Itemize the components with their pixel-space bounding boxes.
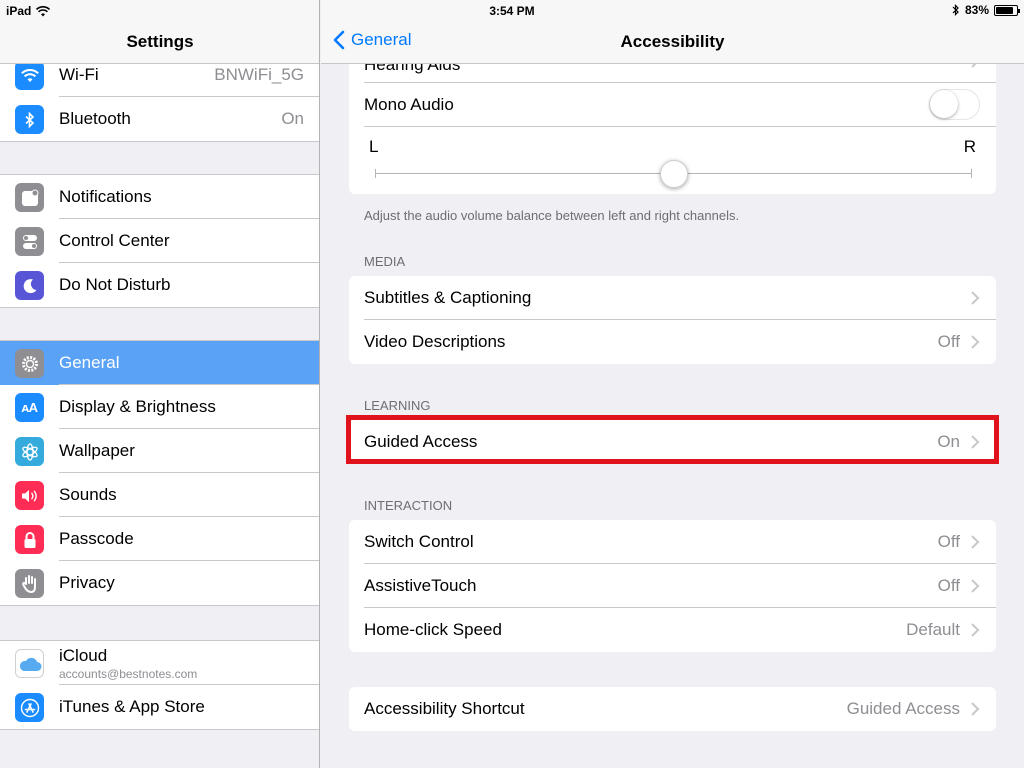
battery-icon [994, 4, 1020, 16]
settings-sidebar: Settings Wi-Fi BNWiFi_5G Bluetooth On Notifi… [0, 0, 320, 768]
balance-right-label: R [963, 137, 976, 156]
sidebar-group: iCloud accounts@bestnotes.com iTunes & App… [0, 640, 319, 730]
accessibility-pane: General Accessibility Hearing Aids Mono … [321, 0, 1024, 768]
assistivetouch-row[interactable]: AssistiveTouch Off [349, 564, 996, 608]
sidebar-item-label: Passcode [59, 529, 134, 548]
assistivetouch-value: Off [937, 576, 960, 595]
balance-footer-note: Adjust the audio volume balance between … [364, 208, 740, 223]
media-group: Subtitles & Captioning Video Descriptions… [349, 276, 996, 364]
sidebar-item-label: Bluetooth [59, 109, 131, 128]
accessibility-shortcut-value: Guided Access [846, 699, 960, 718]
notifications-icon [15, 183, 44, 212]
sidebar-item-passcode[interactable]: Passcode [0, 517, 319, 561]
sidebar-group: Notifications Control Center Do Not Distur… [0, 174, 319, 308]
sidebar-item-label: Privacy [59, 573, 115, 592]
balance-slider-row: L R [349, 127, 996, 194]
sidebar-item-label: General [59, 353, 120, 372]
sidebar-item-wallpaper[interactable]: Wallpaper [0, 429, 319, 473]
accessibility-shortcut-row[interactable]: Accessibility Shortcut Guided Access [349, 687, 996, 731]
bluetooth-icon [15, 105, 44, 134]
section-header-media: MEDIA [364, 254, 406, 269]
sidebar-item-label: Sounds [59, 485, 117, 504]
mono-audio-toggle[interactable] [929, 89, 980, 120]
sidebar-item-label: Display & Brightness [59, 397, 216, 416]
switch-control-row[interactable]: Switch Control Off [349, 520, 996, 564]
sidebar-item-label: Wallpaper [59, 441, 135, 460]
subtitles-captioning-row[interactable]: Subtitles & Captioning [349, 276, 996, 320]
guided-access-label: Guided Access [364, 432, 478, 451]
video-descriptions-row[interactable]: Video Descriptions Off [349, 320, 996, 364]
guided-access-row[interactable]: Guided Access On [349, 420, 996, 464]
home-click-speed-value: Default [906, 620, 960, 639]
switch-control-label: Switch Control [364, 532, 474, 551]
subtitles-captioning-label: Subtitles & Captioning [364, 288, 532, 307]
sidebar-item-label: iTunes & App Store [59, 697, 205, 716]
chevron-right-icon [971, 702, 980, 716]
sidebar-item-label: Do Not Disturb [59, 275, 171, 294]
assistivetouch-label: AssistiveTouch [364, 576, 477, 595]
video-descriptions-value: Off [937, 332, 960, 351]
chevron-right-icon [971, 335, 980, 349]
balance-slider-thumb[interactable] [659, 160, 688, 188]
chevron-right-icon [971, 623, 980, 637]
sidebar-item-icloud[interactable]: iCloud accounts@bestnotes.com [0, 641, 319, 685]
wallpaper-icon [15, 437, 44, 466]
battery-percent: 83% [964, 3, 989, 17]
interaction-group: Switch Control Off AssistiveTouch Off Home-c… [349, 520, 996, 652]
accessibility-shortcut-label: Accessibility Shortcut [364, 699, 525, 718]
app-store-icon [15, 693, 44, 722]
gear-icon [15, 349, 44, 378]
switch-control-value: Off [937, 532, 960, 551]
learning-group: Guided Access On [349, 420, 996, 464]
sidebar-item-bluetooth[interactable]: Bluetooth On [0, 97, 319, 141]
sidebar-item-itunes-app-store[interactable]: iTunes & App Store [0, 685, 319, 729]
chevron-right-icon [971, 435, 980, 449]
sidebar-item-value: On [281, 109, 304, 128]
sidebar-item-privacy[interactable]: Privacy [0, 561, 319, 605]
clock: 3:54 PM [489, 4, 535, 18]
display-brightness-icon: ᴀA [15, 393, 44, 422]
home-click-speed-row[interactable]: Home-click Speed Default [349, 608, 996, 652]
sidebar-item-sublabel: accounts@bestnotes.com [59, 667, 198, 681]
sidebar-item-label: iCloud [59, 646, 108, 665]
sidebar-item-label: Notifications [59, 187, 152, 206]
control-center-icon [15, 227, 44, 256]
balance-left-label: L [369, 137, 379, 156]
hand-icon [15, 569, 44, 598]
page-title: Accessibility [620, 32, 725, 51]
mono-audio-row: Mono Audio [349, 83, 996, 127]
shortcut-group: Accessibility Shortcut Guided Access [349, 687, 996, 731]
sidebar-item-label: Wi-Fi [59, 65, 99, 84]
lock-icon [15, 525, 44, 554]
video-descriptions-label: Video Descriptions [364, 332, 506, 351]
mono-audio-label: Mono Audio [364, 95, 454, 114]
guided-access-value: On [937, 432, 960, 451]
wifi-icon [15, 61, 44, 90]
sidebar-item-display-brightness[interactable]: ᴀA Display & Brightness [0, 385, 319, 429]
sidebar-item-control-center[interactable]: Control Center [0, 219, 319, 263]
moon-icon [15, 271, 44, 300]
sidebar-group: General ᴀA Display & Brightness Wallpaper So… [0, 340, 319, 606]
sidebar-item-value: BNWiFi_5G [214, 65, 304, 84]
speaker-icon [15, 481, 44, 510]
sidebar-item-do-not-disturb[interactable]: Do Not Disturb [0, 263, 319, 307]
sidebar-item-notifications[interactable]: Notifications [0, 175, 319, 219]
icloud-icon [15, 649, 44, 678]
home-click-speed-label: Home-click Speed [364, 620, 502, 639]
chevron-right-icon [971, 291, 980, 305]
sidebar-group: Wi-Fi BNWiFi_5G Bluetooth On [0, 52, 319, 142]
chevron-right-icon [971, 535, 980, 549]
section-header-interaction: INTERACTION [364, 498, 453, 513]
chevron-right-icon [971, 579, 980, 593]
bluetooth-status-icon [952, 4, 959, 16]
status-bar: iPad 3:54 PM 83% [0, 0, 1024, 20]
sidebar-item-general[interactable]: General [0, 341, 319, 385]
sidebar-item-label: Control Center [59, 231, 170, 250]
section-header-learning: LEARNING [364, 398, 431, 413]
sidebar-title: Settings [126, 32, 194, 51]
sidebar-item-sounds[interactable]: Sounds [0, 473, 319, 517]
